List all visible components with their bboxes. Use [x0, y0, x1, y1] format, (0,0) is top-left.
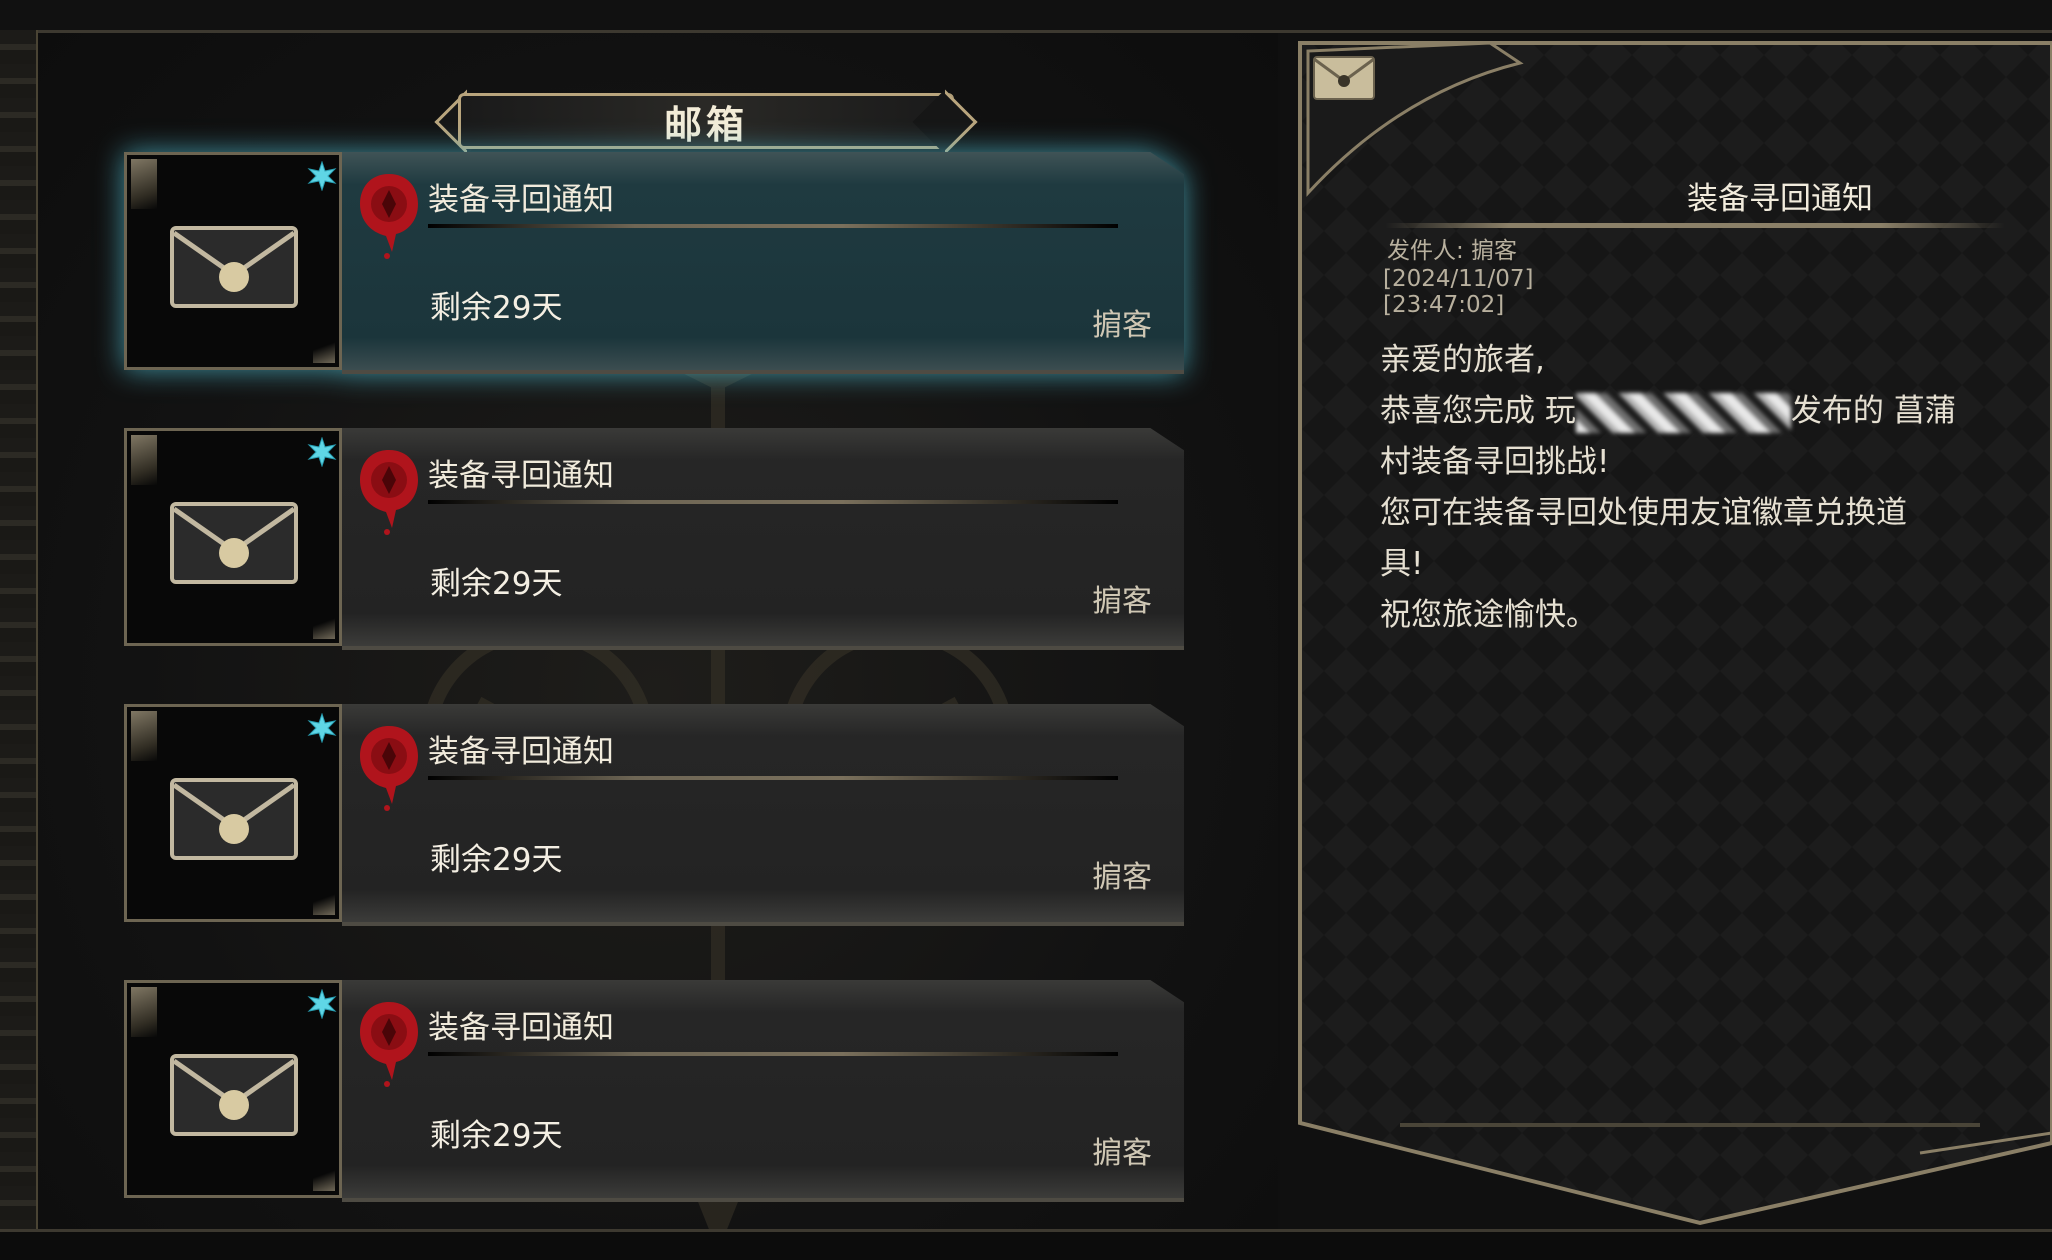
top-frame: [0, 0, 2052, 33]
gem-icon: [307, 161, 337, 191]
mail-thumbnail: [124, 152, 342, 370]
thumb-corner-ornament: [313, 893, 335, 915]
gem-icon: [307, 713, 337, 743]
ornamental-left-border: [0, 30, 38, 1232]
mail-remaining-days: 剩余29天: [430, 290, 563, 326]
body-line-4: 您可在装备寻回处使用友谊徽章兑换道: [1380, 495, 1907, 531]
mail-subject: 装备寻回通知: [428, 182, 614, 218]
body-line-2: 恭喜您完成 玩 发布的 菖蒲: [1380, 386, 2020, 437]
wax-seal-icon: [360, 174, 418, 259]
mail-remaining-days: 剩余29天: [430, 842, 563, 878]
detail-time: [23:47:02]: [1383, 292, 1505, 318]
mail-remaining-days: 剩余29天: [430, 566, 563, 602]
bottom-frame: [0, 1229, 2052, 1260]
envelope-icon: [170, 778, 298, 860]
mail-sender: 掮客: [1092, 308, 1152, 343]
mail-detail-panel: 装备寻回通知 发件人: 掮客 [2024/11/07] [23:47:02] 亲…: [1280, 33, 2052, 1232]
envelope-icon: [1313, 56, 1375, 100]
body-line-6: 祝您旅途愉快。: [1380, 597, 1597, 633]
detail-bottom-divider: [1400, 1123, 1980, 1127]
mail-item[interactable]: 装备寻回通知 剩余29天 掮客: [124, 428, 1184, 650]
body-line-2-suffix: 发布的 菖蒲: [1790, 393, 1956, 429]
mail-remaining-days: 剩余29天: [430, 1118, 563, 1154]
wax-seal-icon: [360, 726, 418, 811]
mail-thumbnail: [124, 980, 342, 1198]
mail-subject-divider: [428, 224, 1118, 228]
wax-seal-icon: [360, 1002, 418, 1087]
mailbox-title: 邮箱: [434, 89, 978, 155]
detail-sender: 发件人: 掮客: [1387, 238, 1518, 264]
thumb-corner-ornament: [131, 711, 157, 761]
mail-item[interactable]: 装备寻回通知 剩余29天 掮客: [124, 980, 1184, 1202]
body-greeting: 亲爱的旅者,: [1380, 342, 1545, 378]
mailbox-title-text: 邮箱: [663, 102, 748, 147]
mail-sender: 掮客: [1092, 860, 1152, 895]
mail-subject: 装备寻回通知: [428, 1010, 614, 1046]
envelope-icon: [170, 502, 298, 584]
detail-divider: [1385, 223, 2005, 228]
thumb-corner-ornament: [131, 435, 157, 485]
mail-subject: 装备寻回通知: [428, 458, 614, 494]
thumb-corner-ornament: [131, 987, 157, 1037]
mail-thumbnail: [124, 704, 342, 922]
mail-sender: 掮客: [1092, 584, 1152, 619]
gem-icon: [307, 437, 337, 467]
envelope-icon: [170, 226, 298, 308]
mail-subject-divider: [428, 1052, 1118, 1056]
mail-subject-divider: [428, 500, 1118, 504]
mail-item[interactable]: 装备寻回通知 剩余29天 掮客: [124, 704, 1184, 926]
gem-icon: [307, 989, 337, 1019]
mail-sender: 掮客: [1092, 1136, 1152, 1171]
body-line-5: 具!: [1380, 546, 1424, 582]
wax-seal-icon: [360, 450, 418, 535]
mail-subject-divider: [428, 776, 1118, 780]
mail-item[interactable]: 装备寻回通知 剩余29天 掮客: [124, 152, 1184, 374]
mail-subject: 装备寻回通知: [428, 734, 614, 770]
thumb-corner-ornament: [313, 1169, 335, 1191]
thumb-corner-ornament: [313, 617, 335, 639]
thumb-corner-ornament: [131, 159, 157, 209]
detail-date: [2024/11/07]: [1383, 266, 1534, 292]
body-line-2-prefix: 恭喜您完成 玩: [1380, 393, 1576, 429]
mail-thumbnail: [124, 428, 342, 646]
body-line-3: 村装备寻回挑战!: [1380, 444, 1610, 480]
redacted-text: [1575, 392, 1791, 433]
thumb-corner-ornament: [313, 341, 335, 363]
detail-body: 亲爱的旅者, 恭喜您完成 玩 发布的 菖蒲 村装备寻回挑战! 您可在装备寻回处使用…: [1380, 335, 2020, 641]
envelope-icon: [170, 1054, 298, 1136]
detail-title: 装备寻回通知: [1687, 181, 1873, 217]
